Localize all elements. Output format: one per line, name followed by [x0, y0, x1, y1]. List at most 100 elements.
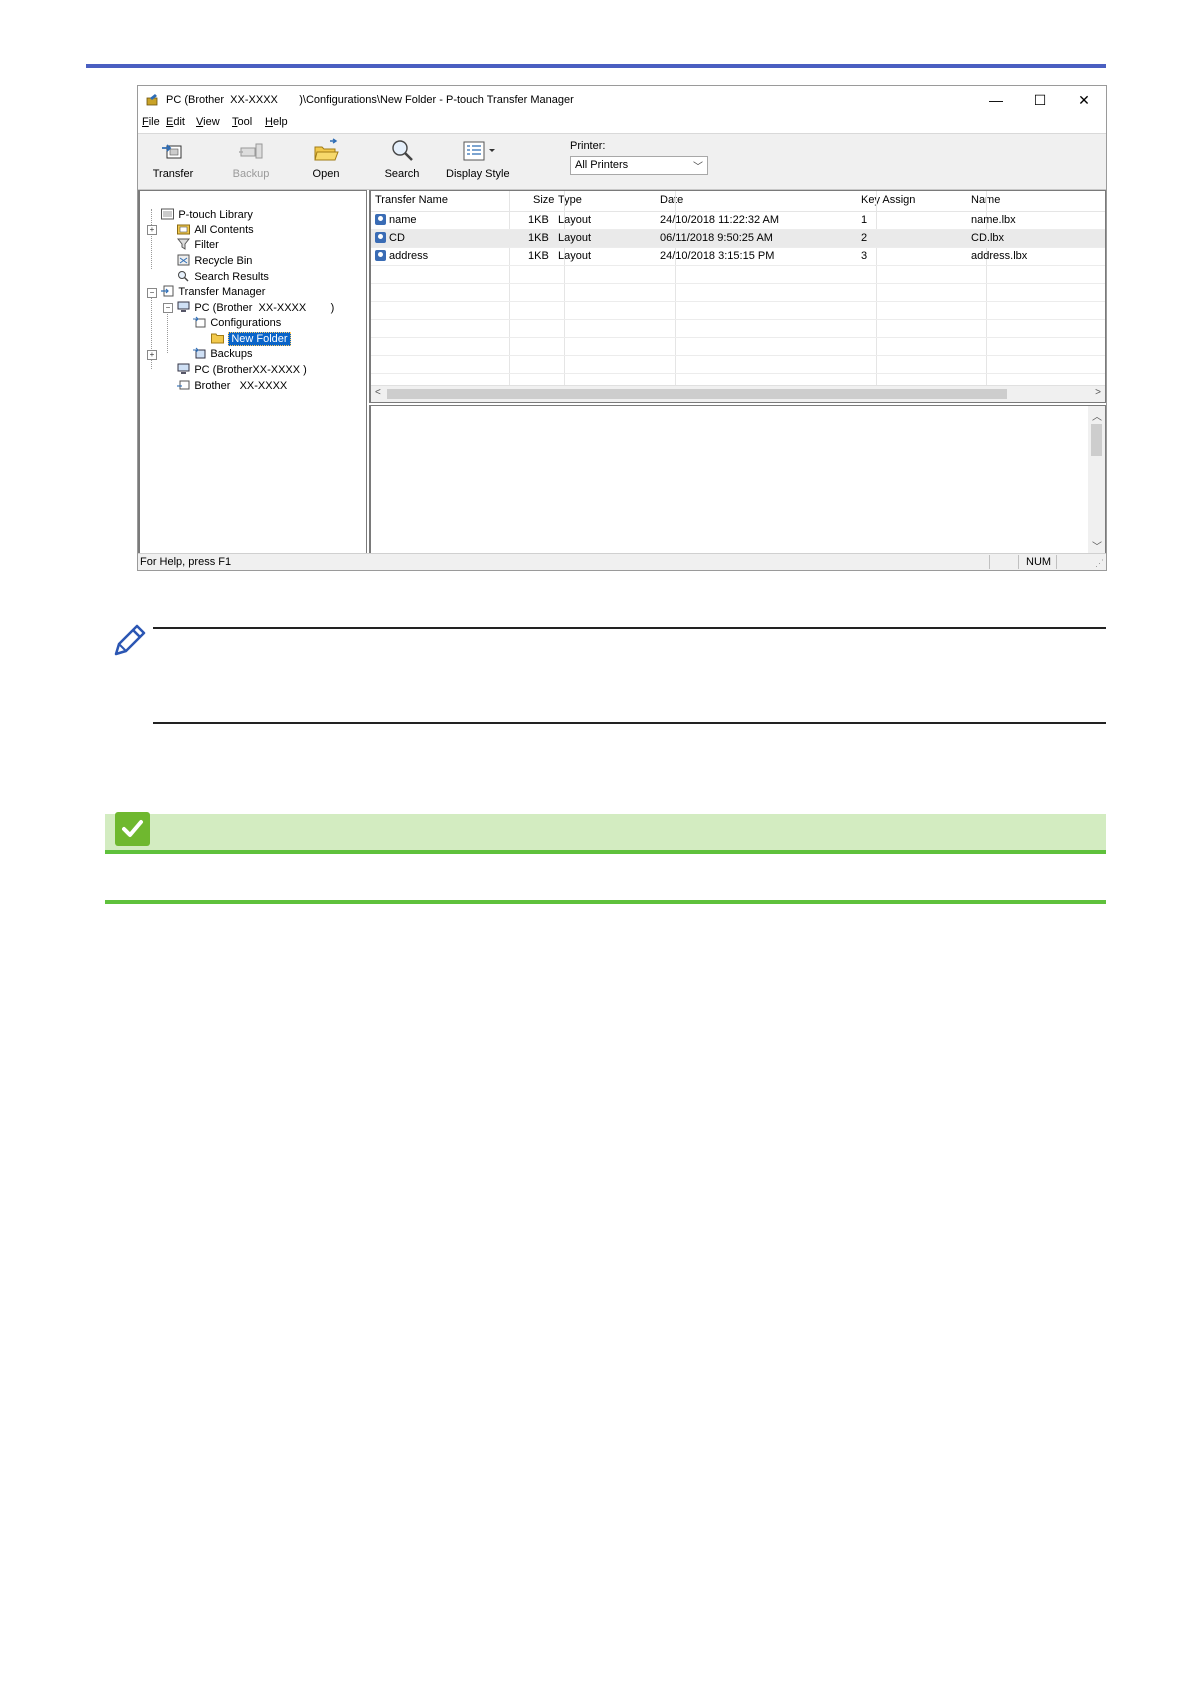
menu-tool[interactable]: Tool	[232, 116, 252, 128]
vertical-scroll-thumb[interactable]	[1091, 424, 1102, 456]
horizontal-scrollbar[interactable]: < >	[371, 385, 1105, 402]
column-header-type[interactable]: Type	[558, 194, 582, 206]
close-button[interactable]: ✕	[1062, 90, 1106, 110]
scroll-right-icon[interactable]: >	[1095, 387, 1101, 398]
section-end-line	[105, 900, 1106, 904]
transfer-button[interactable]: Transfer	[148, 138, 198, 186]
backup-button[interactable]: Backup	[226, 138, 276, 186]
scroll-down-icon[interactable]: ﹀	[1092, 538, 1102, 553]
menu-edit[interactable]: Edit	[166, 116, 185, 128]
table-row[interactable]: name 1KB Layout 24/10/2018 11:22:32 AM 1…	[371, 212, 1105, 230]
empty-row	[371, 338, 1105, 356]
horizontal-scroll-thumb[interactable]	[387, 389, 1007, 399]
menu-view[interactable]: View	[196, 116, 220, 128]
search-icon	[392, 140, 413, 161]
tree-expander-plus[interactable]: +	[147, 225, 157, 235]
note-divider-top	[153, 627, 1106, 629]
menu-file[interactable]: File	[142, 116, 160, 128]
open-folder-icon	[314, 138, 339, 161]
menu-help[interactable]: Help	[265, 116, 288, 128]
checkmark-icon	[115, 812, 150, 846]
scroll-up-icon[interactable]: ︿	[1092, 408, 1102, 423]
cell-type: Layout	[558, 250, 592, 262]
app-icon	[146, 94, 158, 106]
tree-item-filter[interactable]: Filter	[159, 221, 219, 251]
folder-tree: P-touch Library All Contents + Filter Re…	[138, 190, 367, 556]
backup-icon	[239, 143, 263, 159]
minimize-button[interactable]: —	[974, 90, 1018, 110]
related-info-bar	[105, 814, 1106, 852]
vertical-scrollbar[interactable]: ︿ ﹀	[1088, 406, 1105, 555]
list-header: Transfer Name Size Type Date Key Assign …	[371, 191, 1105, 212]
table-row[interactable]: address 1KB Layout 24/10/2018 3:15:15 PM…	[371, 248, 1105, 266]
cell-type: Layout	[558, 214, 592, 226]
tree-item-transfer-manager[interactable]: Transfer Manager	[143, 268, 265, 298]
tree-item-all-contents[interactable]: All Contents	[159, 206, 254, 236]
menu-tool-label: ool	[237, 116, 253, 128]
cell-file-name: CD.lbx	[971, 232, 1005, 244]
printer-select[interactable]: All Printers ﹀	[570, 156, 708, 175]
empty-row	[371, 302, 1105, 320]
tree-item-configurations[interactable]: Configurations	[175, 299, 281, 329]
empty-row	[371, 356, 1105, 374]
table-row[interactable]: CD 1KB Layout 06/11/2018 9:50:25 AM 2 CD…	[371, 230, 1105, 248]
display-style-button[interactable]: Display Style	[446, 138, 510, 186]
cell-type: Layout	[558, 232, 592, 244]
column-header-key-assign[interactable]: Key Assign	[861, 194, 915, 206]
title-bar[interactable]: PC (Brother XX-XXXX )\Configurations\New…	[138, 86, 1106, 114]
menu-help-label: elp	[272, 116, 288, 128]
status-bar: For Help, press F1 NUM ⋰	[138, 553, 1106, 570]
open-button[interactable]: Open	[306, 138, 346, 186]
tree-item-pc-brother[interactable]: PC (Brother XX-XXXX )	[159, 284, 334, 314]
cell-transfer-name: address	[375, 250, 428, 262]
status-separator	[989, 555, 990, 569]
preview-pane: ︿ ﹀	[369, 405, 1106, 556]
page-top-rule	[86, 64, 1106, 68]
tree-item-search-results[interactable]: Search Results	[159, 253, 269, 283]
status-help-text: For Help, press F1	[140, 556, 232, 568]
cell-key-assign: 1	[861, 214, 868, 226]
resize-grip-icon[interactable]: ⋰	[1095, 558, 1104, 569]
column-header-date[interactable]: Date	[660, 194, 683, 206]
status-separator	[1056, 555, 1057, 569]
tree-item-pc-brother-2[interactable]: PC (BrotherXX-XXXX )	[159, 346, 307, 376]
related-info-underline	[105, 850, 1106, 854]
layout-file-icon	[375, 214, 386, 225]
layout-file-icon	[375, 232, 386, 243]
column-header-size[interactable]: Size	[533, 194, 554, 206]
cell-file-name: address.lbx	[971, 250, 1028, 262]
toolbar: Transfer Backup Open Search Display Styl…	[138, 133, 1106, 190]
tree-expander-minus[interactable]: −	[163, 303, 173, 313]
cell-transfer-name: CD	[375, 232, 405, 244]
tree-item-recycle-bin[interactable]: Recycle Bin	[159, 237, 252, 267]
status-separator	[1018, 555, 1019, 569]
column-header-transfer-name[interactable]: Transfer Name	[375, 194, 448, 206]
chevron-down-icon: ﹀	[693, 162, 703, 173]
cell-date: 24/10/2018 11:22:32 AM	[660, 214, 780, 226]
cell-text: CD	[389, 232, 405, 244]
transfer-label: Transfer	[152, 168, 194, 180]
cell-date: 24/10/2018 3:15:15 PM	[660, 250, 775, 262]
cell-text: address	[389, 250, 429, 262]
tree-item-new-folder[interactable]: New Folder	[193, 315, 291, 346]
tree-item-ptouch-library[interactable]: P-touch Library	[143, 191, 253, 221]
cell-date: 06/11/2018 9:50:25 AM	[660, 232, 773, 244]
cell-transfer-name: name	[375, 214, 417, 226]
search-label: Search	[384, 168, 420, 180]
pencil-icon	[114, 624, 146, 656]
scroll-left-icon[interactable]: <	[375, 387, 381, 398]
backup-label: Backup	[232, 168, 270, 180]
tree-item-brother-printer[interactable]: Brother XX-XXXX	[159, 362, 287, 392]
search-button[interactable]: Search	[380, 138, 424, 186]
cell-size: 1KB	[528, 232, 549, 244]
open-label: Open	[312, 168, 340, 180]
tree-expander-minus[interactable]: −	[147, 288, 157, 298]
menu-help-mnemonic: H	[265, 116, 273, 128]
cell-key-assign: 3	[861, 250, 868, 262]
tree-expander-plus[interactable]: +	[147, 350, 157, 360]
transfer-icon	[162, 144, 182, 159]
printer-icon	[177, 380, 190, 390]
maximize-button[interactable]: ☐	[1018, 90, 1062, 110]
tree-item-backups[interactable]: Backups	[175, 330, 253, 360]
menu-file-mnemonic: F	[142, 116, 149, 128]
